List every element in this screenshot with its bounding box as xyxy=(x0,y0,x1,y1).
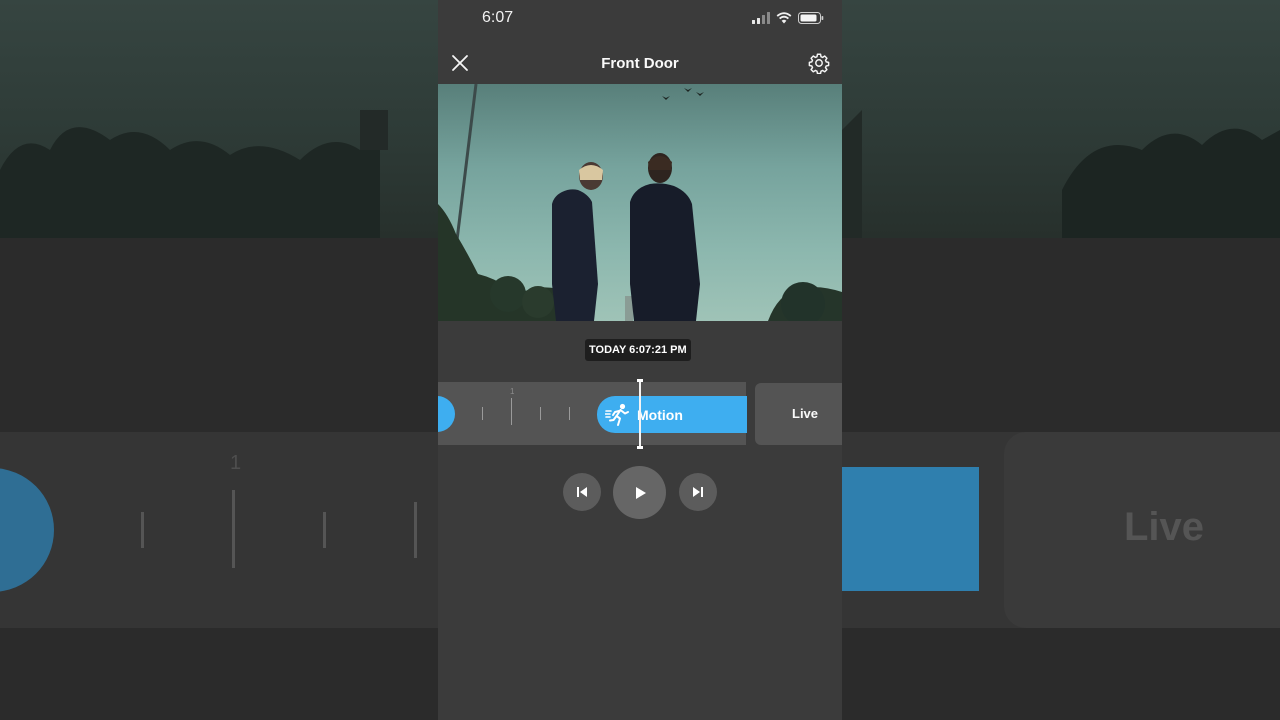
wifi-icon xyxy=(776,12,792,24)
video-frame xyxy=(438,84,842,321)
camera-video-feed[interactable] xyxy=(438,84,842,321)
timeline-tick xyxy=(511,398,512,425)
background-timeline-strip xyxy=(0,432,438,628)
background-live-label: Live xyxy=(1124,505,1205,549)
running-person-icon xyxy=(605,403,629,426)
status-time: 6:07 xyxy=(482,9,514,26)
timeline-tick xyxy=(540,407,541,420)
background-motion-bar xyxy=(842,467,979,591)
gear-icon xyxy=(808,53,830,74)
status-icons xyxy=(752,12,824,24)
nav-bar: Front Door xyxy=(438,40,842,84)
battery-icon xyxy=(798,12,824,24)
motion-event-label: Motion xyxy=(637,406,683,423)
motion-event-chip[interactable]: Motion xyxy=(597,396,747,433)
event-timeline[interactable]: 1 Motion xyxy=(438,382,747,445)
timeline-tick xyxy=(482,407,483,420)
background-trees xyxy=(842,110,1280,238)
status-bar: 6:07 xyxy=(438,0,842,38)
timeline-tick xyxy=(569,407,570,420)
video-timestamp: TODAY 6:07:21 PM xyxy=(585,339,691,361)
camera-title: Front Door xyxy=(601,55,679,72)
background-tick xyxy=(141,512,144,548)
settings-button[interactable] xyxy=(808,52,830,74)
background-tick xyxy=(414,502,417,558)
skip-next-button[interactable] xyxy=(679,473,717,511)
play-button[interactable] xyxy=(613,466,666,519)
background-trees xyxy=(0,110,388,238)
live-button[interactable]: Live xyxy=(755,383,842,445)
skip-previous-icon xyxy=(577,487,587,497)
previous-event-marker[interactable] xyxy=(438,396,455,432)
timeline-playhead[interactable] xyxy=(637,379,643,449)
timeline-tick-label: 1 xyxy=(510,387,515,396)
background-left-panel: 1 xyxy=(0,0,438,720)
background-right-panel: Live xyxy=(842,0,1280,720)
play-icon xyxy=(635,486,646,499)
phone-screen: 6:07 Front Door TODAY 6:07:21 PM 1 Motio… xyxy=(438,0,842,720)
background-tick-label: 1 xyxy=(230,452,242,474)
skip-previous-button[interactable] xyxy=(563,473,601,511)
background-tick xyxy=(232,490,235,568)
background-tick xyxy=(323,512,326,548)
skip-next-icon xyxy=(693,487,703,497)
signal-icon xyxy=(752,12,770,24)
